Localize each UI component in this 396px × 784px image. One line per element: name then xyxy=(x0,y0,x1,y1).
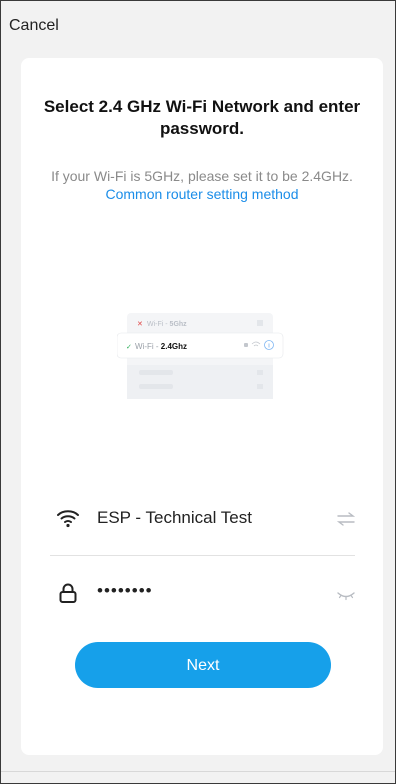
top-bar: Cancel xyxy=(1,1,395,51)
field-divider xyxy=(50,555,355,556)
switch-network-icon[interactable] xyxy=(335,508,357,530)
band-row-24ghz-band: 2.4Ghz xyxy=(161,342,187,351)
password-value: •••••••• xyxy=(97,581,153,600)
lock-icon xyxy=(244,343,248,347)
bottom-divider xyxy=(1,771,395,772)
eye-closed-icon[interactable] xyxy=(335,583,357,605)
check-icon: ✓ xyxy=(126,343,132,351)
band-row-24ghz-prefix: Wi-Fi - xyxy=(135,342,161,351)
svg-text:Wi-Fi - 5Ghz: Wi-Fi - 5Ghz xyxy=(147,321,187,328)
cancel-button[interactable]: Cancel xyxy=(9,17,59,35)
router-setting-link[interactable]: Common router setting method xyxy=(106,186,299,202)
frequency-hint: If your Wi-Fi is 5GHz, please set it to … xyxy=(51,167,353,203)
band-row-5ghz-prefix: Wi-Fi - xyxy=(147,321,170,328)
band-row-5ghz-band: 5Ghz xyxy=(170,321,188,328)
next-button[interactable]: Next xyxy=(75,642,331,688)
svg-text:Wi-Fi - 2.4Ghz: Wi-Fi - 2.4Ghz xyxy=(135,342,187,351)
wifi-config-card: Select 2.4 GHz Wi-Fi Network and enter p… xyxy=(21,58,383,755)
wifi-ssid-field[interactable]: ESP - Technical Test xyxy=(51,498,357,538)
band-row-24ghz: ✓ Wi-Fi - 2.4Ghz xyxy=(117,332,284,359)
page-title: Select 2.4 GHz Wi-Fi Network and enter p… xyxy=(43,97,361,138)
wifi-band-illustration: ✕ Wi-Fi - 5Ghz ✓ Wi-Fi - 2.4Ghz xyxy=(117,313,284,399)
wifi-icon xyxy=(57,510,79,528)
cross-icon: ✕ xyxy=(137,320,143,328)
ssid-value: ESP - Technical Test xyxy=(97,508,252,527)
password-field[interactable]: •••••••• xyxy=(51,573,357,613)
lock-icon xyxy=(59,583,77,603)
hint-text: If your Wi-Fi is 5GHz, please set it to … xyxy=(51,168,353,184)
